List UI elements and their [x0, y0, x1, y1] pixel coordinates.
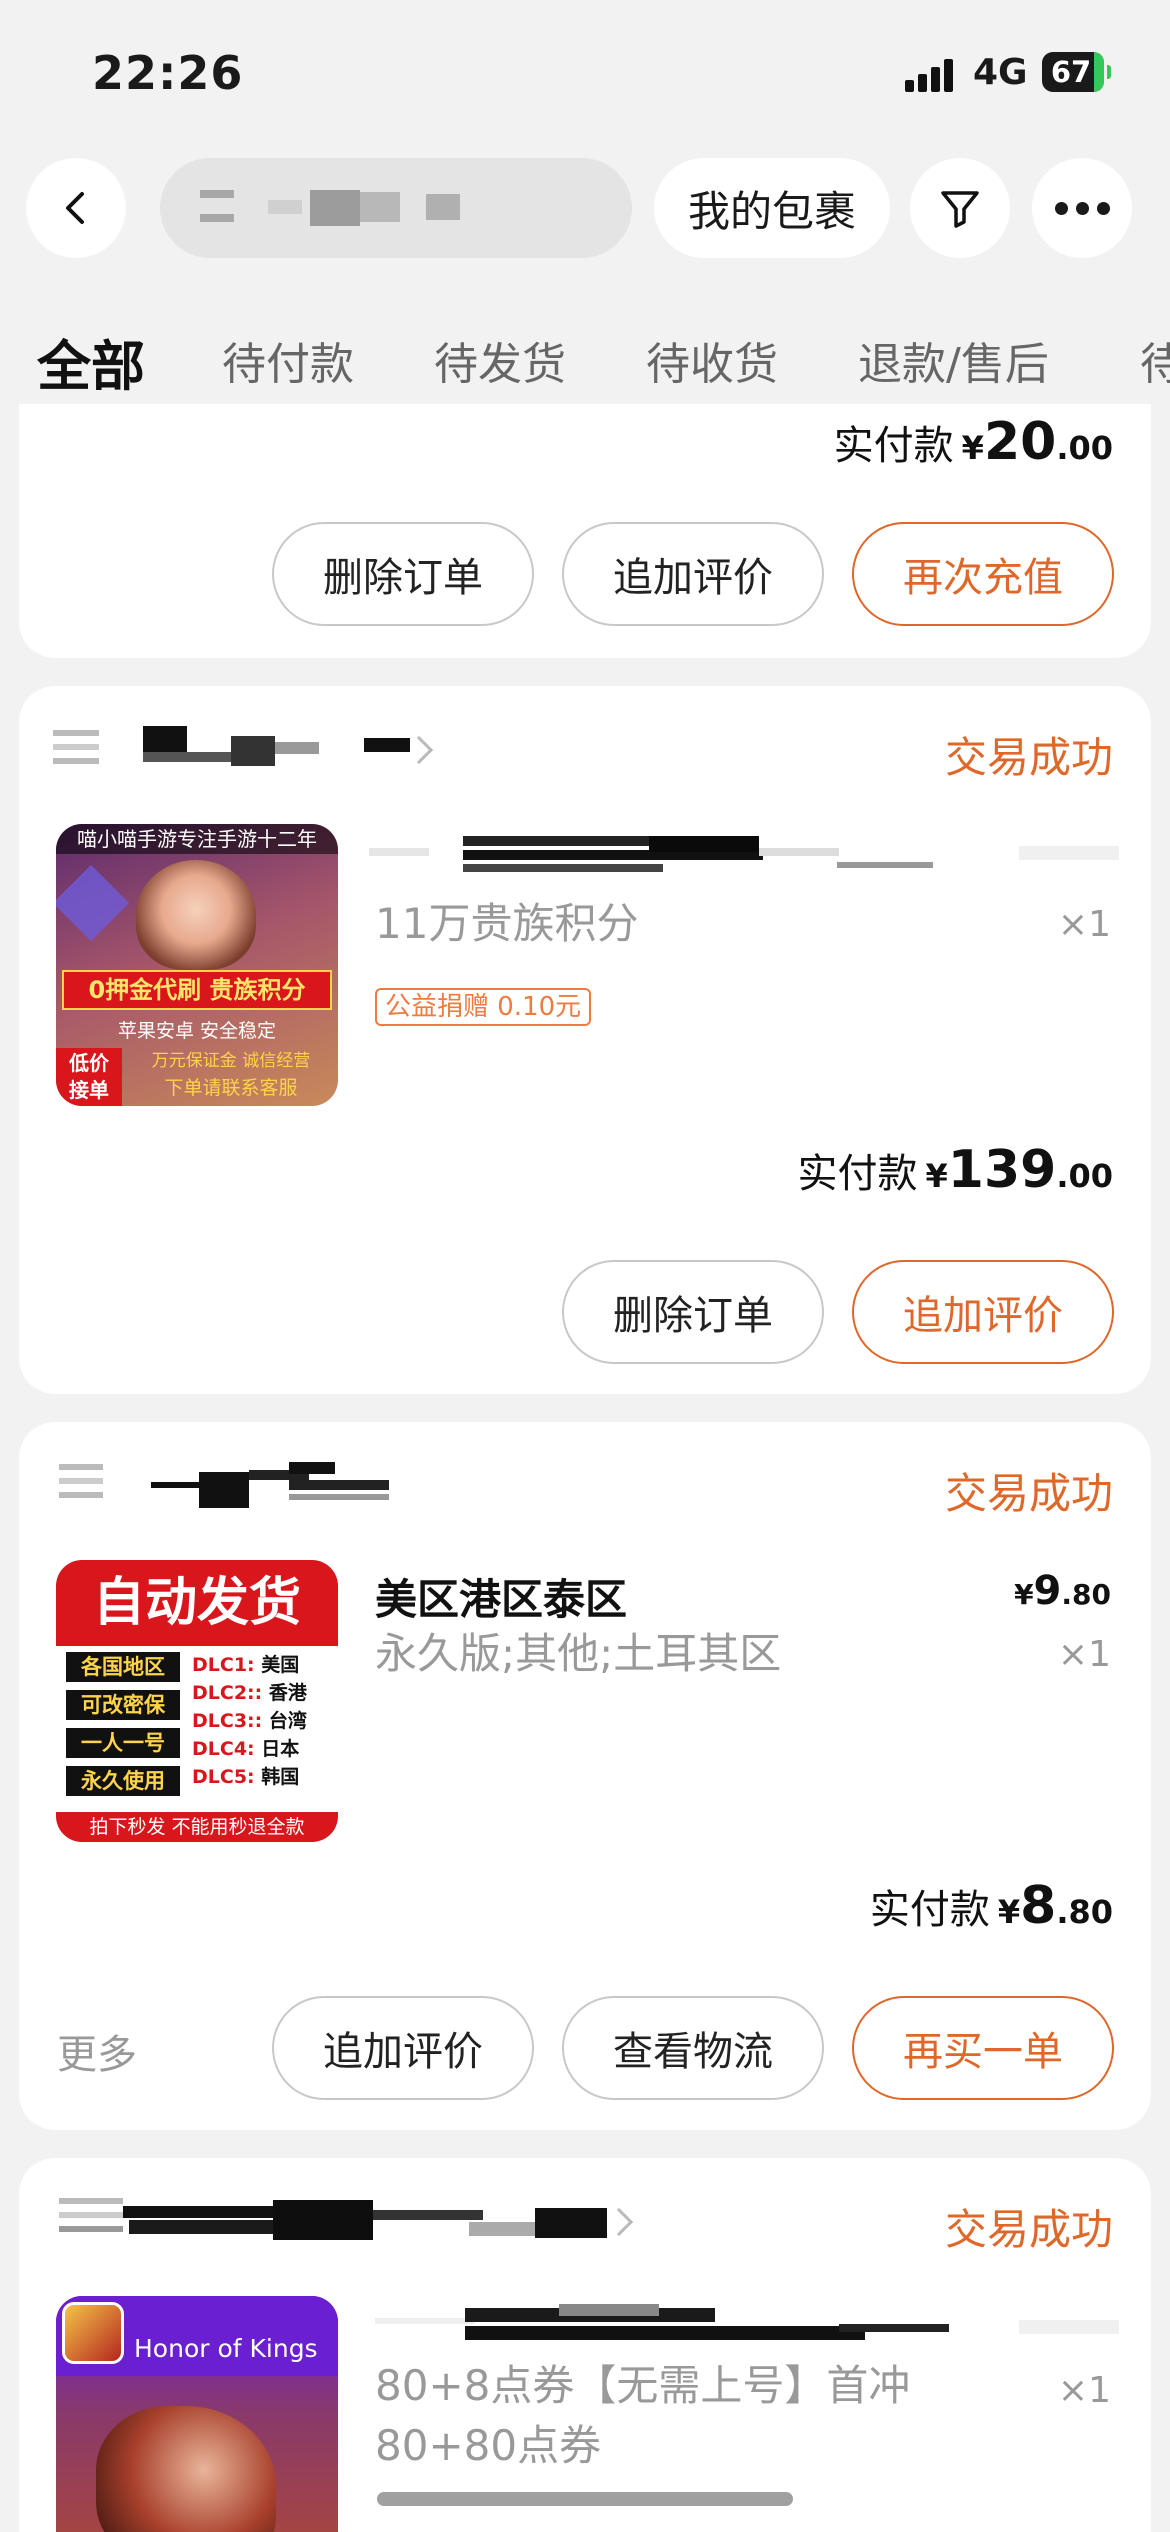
product-quantity: ×1 — [1057, 904, 1111, 945]
more-actions-link[interactable]: 更多 — [57, 2022, 137, 2080]
view-logistics-button[interactable]: 查看物流 — [562, 1996, 824, 2100]
order-card: 交易成功 自动发货 各国地区 可改密保 一人一号 永久使用 DLC1: 美国 D… — [19, 1422, 1151, 2130]
thumb-dlc-line: DLC5: 韩国 — [192, 1766, 300, 1788]
add-review-button[interactable]: 追加评价 — [562, 522, 824, 626]
search-input[interactable] — [160, 158, 632, 258]
signal-icon — [905, 58, 957, 92]
order-header[interactable]: 交易成功 — [19, 1422, 1151, 1542]
thumb-dlc-line: DLC4: 日本 — [192, 1738, 300, 1760]
delete-order-button[interactable]: 删除订单 — [562, 1260, 824, 1364]
chevron-right-icon — [604, 2207, 634, 2237]
filter-icon — [941, 191, 979, 228]
game-logo-icon — [62, 2302, 124, 2364]
thumb-dlc-line: DLC2:: 香港 — [192, 1682, 307, 1704]
order-card: 实付款 ¥ 20 .00 删除订单 追加评价 再次充值 — [19, 404, 1151, 658]
tab-all[interactable]: 全部 — [37, 322, 145, 400]
product-spec: 永久版;其他;土耳其区 — [375, 1629, 782, 1678]
my-packages-button[interactable]: 我的包裹 — [654, 158, 890, 258]
tab-pending-receipt[interactable]: 待收货 — [646, 328, 778, 392]
product-thumbnail[interactable]: 喵小喵手游专注手游十二年 0押金代刷 贵族积分 苹果安卓 安全稳定 低价 接单 … — [56, 824, 338, 1106]
product-spec: 11万贵族积分 — [375, 899, 639, 948]
delete-order-button[interactable]: 删除订单 — [272, 522, 534, 626]
paid-decimal: .00 — [1056, 1157, 1113, 1195]
paid-currency: ¥ — [961, 429, 984, 467]
order-header[interactable]: 交易成功 — [19, 2158, 1151, 2278]
order-header[interactable]: 交易成功 — [19, 686, 1151, 806]
more-dots-icon — [1054, 201, 1110, 215]
paid-integer: 20 — [983, 412, 1057, 472]
order-card: 交易成功 Honor of Kings 80+8点券【无需上号】首冲 80+80… — [19, 2158, 1151, 2532]
thumb-tags: 万元保证金 诚信经营 — [151, 1051, 311, 1071]
paid-integer: 139 — [947, 1140, 1057, 1200]
order-tabs: 全部 待付款 待发货 待收货 退款/售后 待 — [0, 320, 1170, 400]
paid-currency: ¥ — [997, 1893, 1021, 1931]
thumb-corner-label: 低价 接单 — [56, 1048, 122, 1106]
product-name[interactable]: 美区港区泰区 — [375, 1566, 627, 1627]
product-thumbnail[interactable]: 自动发货 各国地区 可改密保 一人一号 永久使用 DLC1: 美国 DLC2::… — [56, 1560, 338, 1842]
buy-again-button[interactable]: 再买一单 — [852, 1996, 1114, 2100]
order-card: 交易成功 喵小喵手游专注手游十二年 0押金代刷 贵族积分 苹果安卓 安全稳定 低… — [19, 686, 1151, 1394]
thumb-body: 各国地区 可改密保 一人一号 永久使用 DLC1: 美国 DLC2:: 香港 D… — [56, 1646, 338, 1812]
status-bar: 22:26 4G 67 — [0, 0, 1170, 150]
tab-pending-shipment[interactable]: 待发货 — [434, 328, 566, 392]
thumb-subtitle: 苹果安卓 安全稳定 — [117, 1020, 277, 1042]
back-arrow-icon — [66, 192, 84, 224]
filter-button[interactable] — [910, 158, 1010, 258]
thumb-banner: 喵小喵手游专注手游十二年 — [56, 824, 338, 854]
charity-donation-badge: 公益捐赠 0.10元 — [375, 988, 592, 1026]
battery-level: 67 — [1050, 55, 1092, 89]
paid-decimal: .80 — [1056, 1893, 1113, 1931]
thumb-dlc-line: DLC1: 美国 — [192, 1654, 300, 1676]
paid-label: 实付款 — [797, 1151, 918, 1197]
thumb-tag: 可改密保 — [66, 1690, 180, 1720]
emblem-art — [56, 864, 130, 942]
home-indicator — [377, 2492, 793, 2506]
tab-refund-aftersale[interactable]: 退款/售后 — [858, 328, 1049, 392]
product-thumbnail[interactable]: Honor of Kings — [56, 2296, 338, 2532]
thumb-slogan: 0押金代刷 贵族积分 — [62, 970, 332, 1010]
character-art — [96, 2406, 276, 2532]
paid-label: 实付款 — [869, 1887, 990, 1933]
add-review-button[interactable]: 追加评价 — [852, 1260, 1114, 1364]
back-button[interactable] — [26, 158, 126, 258]
network-label: 4G — [973, 52, 1028, 93]
paid-amount: 实付款 ¥ 139 .00 — [798, 1140, 1114, 1200]
thumb-label: Honor of Kings — [134, 2334, 318, 2363]
thumb-banner: 自动发货 — [56, 1560, 338, 1646]
battery-icon: 67 — [1042, 52, 1111, 92]
thumb-footer: 拍下秒发 不能用秒退全款 — [56, 1812, 338, 1842]
order-status: 交易成功 — [944, 733, 1113, 782]
order-status: 交易成功 — [944, 2205, 1113, 2254]
paid-integer: 8 — [1020, 1876, 1057, 1936]
add-review-button[interactable]: 追加评价 — [272, 1996, 534, 2100]
paid-amount: 实付款 ¥ 8 .80 — [870, 1876, 1113, 1936]
paid-currency: ¥ — [925, 1157, 948, 1195]
product-quantity: ×1 — [1057, 2370, 1111, 2411]
status-time: 22:26 — [92, 46, 244, 100]
product-price: ¥9.80 — [1014, 1568, 1111, 1614]
thumb-dlc-line: DLC3:: 台湾 — [192, 1710, 307, 1732]
paid-amount: 实付款 ¥ 20 .00 — [834, 412, 1113, 472]
thumb-tag: 一人一号 — [66, 1728, 180, 1758]
thumb-tag: 各国地区 — [66, 1652, 180, 1682]
tab-pending-payment[interactable]: 待付款 — [222, 328, 354, 392]
product-quantity: ×1 — [1057, 1634, 1111, 1675]
thumb-tag: 永久使用 — [66, 1766, 180, 1796]
tab-pending-review[interactable]: 待 — [1140, 328, 1170, 392]
product-spec: 80+8点券【无需上号】首冲 80+80点券 — [375, 2361, 911, 2470]
thumb-footer: 下单请联系客服 — [164, 1077, 298, 1099]
paid-decimal: .00 — [1056, 429, 1113, 467]
more-options-button[interactable] — [1032, 158, 1132, 258]
character-art — [136, 860, 256, 970]
recharge-again-button[interactable]: 再次充值 — [852, 522, 1114, 626]
paid-label: 实付款 — [833, 423, 954, 469]
order-status: 交易成功 — [944, 1469, 1113, 1518]
